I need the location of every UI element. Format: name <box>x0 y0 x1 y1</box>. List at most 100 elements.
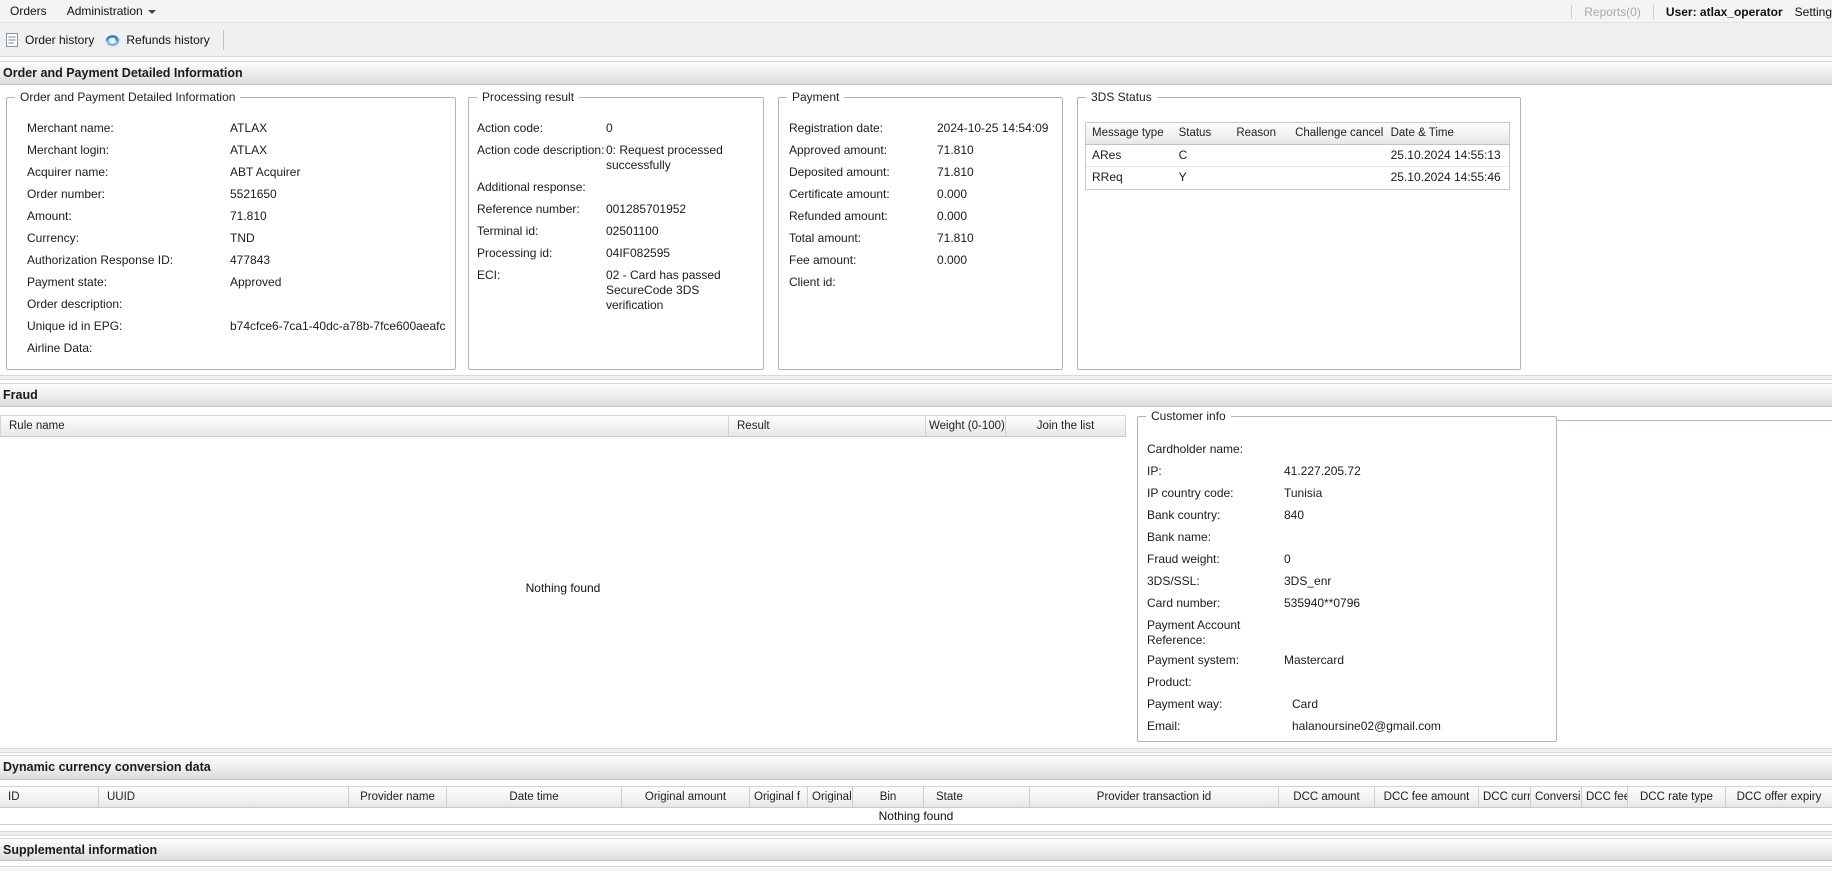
dcc-header-original-currency[interactable]: Original c <box>808 787 853 807</box>
dcc-header-dcc-fee[interactable]: DCC fee <box>1582 787 1628 807</box>
fieldset-3ds-status-legend: 3DS Status <box>1086 90 1157 104</box>
field-row: Airline Data: <box>27 341 447 356</box>
fieldset-order-info: Order and Payment Detailed Information M… <box>6 90 456 370</box>
fraud-header-join-the-list[interactable]: Join the list <box>1006 416 1126 436</box>
menu-item-orders[interactable]: Orders <box>0 0 57 23</box>
field-value: 0.000 <box>937 209 968 223</box>
field-label: Terminal id: <box>477 224 539 238</box>
threeds-cell-message-type: ARes <box>1092 148 1122 162</box>
refunds-history-button[interactable]: Refunds history <box>101 27 216 53</box>
threeds-cell-challenge-cancel <box>1289 145 1385 166</box>
field-row: Payment system: Mastercard <box>1147 653 1548 668</box>
dcc-header-state[interactable]: State <box>924 787 1030 807</box>
refunds-history-icon <box>104 32 121 48</box>
threeds-header-challenge-cancel[interactable]: Challenge cancel <box>1289 123 1385 144</box>
field-value: TND <box>230 231 255 245</box>
fieldset-payment-content: Registration date: 2024-10-25 14:54:09 Ap… <box>779 98 1062 369</box>
dcc-header-dcc-currency[interactable]: DCC curr <box>1479 787 1531 807</box>
field-row: Additional response: <box>477 180 755 195</box>
threeds-row[interactable]: RReq Y 25.10.2024 14:55:46 <box>1086 167 1509 189</box>
field-label: Merchant name: <box>27 121 114 135</box>
field-label: Order description: <box>27 297 123 311</box>
field-value: 535940**0796 <box>1284 596 1361 610</box>
threeds-header-reason[interactable]: Reason <box>1230 123 1290 144</box>
toolbar: Order history Refunds history <box>0 23 1832 57</box>
fieldset-customer-info: Customer info Cardholder name: IP: 41.227… <box>1137 409 1557 742</box>
fraud-header-weight[interactable]: Weight (0-100) <box>926 416 1006 436</box>
supplemental-section-bar: Supplemental information <box>0 838 1832 861</box>
separator-band <box>0 748 1832 753</box>
reports-link[interactable]: Reports(0) <box>1584 5 1641 19</box>
field-row: Order description: <box>27 297 447 312</box>
field-row: Bank country: 840 <box>1147 508 1548 523</box>
menu-item-administration[interactable]: Administration <box>57 0 166 23</box>
field-row: Cardholder name: <box>1147 442 1548 457</box>
field-label: Processing id: <box>477 246 553 260</box>
field-row: Bank name: <box>1147 530 1548 545</box>
field-row: Merchant name: ATLAX <box>27 121 447 136</box>
field-value: ATLAX <box>230 143 268 157</box>
field-row: Currency: TND <box>27 231 447 246</box>
fraud-header-rule-name[interactable]: Rule name <box>1 416 729 436</box>
threeds-header-message-type[interactable]: Message type <box>1086 123 1173 144</box>
threeds-header-datetime[interactable]: Date & Time <box>1384 123 1509 144</box>
fraud-header-result[interactable]: Result <box>729 416 926 436</box>
dcc-header-bin[interactable]: Bin <box>853 787 924 807</box>
dcc-header-provider-name[interactable]: Provider name <box>349 787 447 807</box>
separator-band <box>0 831 1832 836</box>
field-row: Payment Account Reference: <box>1147 618 1548 648</box>
user-label: User: atlax_operator <box>1665 4 1783 19</box>
field-value: ATLAX <box>230 121 268 135</box>
threeds-cell-status: Y <box>1178 170 1187 184</box>
dcc-header-dcc-rate-type[interactable]: DCC rate type <box>1628 787 1726 807</box>
threeds-cell-datetime: 25.10.2024 14:55:13 <box>1390 148 1501 162</box>
dcc-header-date-time[interactable]: Date time <box>447 787 622 807</box>
field-row: Authorization Response ID: 477843 <box>27 253 447 268</box>
dcc-header-provider-transaction-id[interactable]: Provider transaction id <box>1030 787 1279 807</box>
threeds-header-status[interactable]: Status <box>1172 123 1231 144</box>
field-row: IP: 41.227.205.72 <box>1147 464 1548 479</box>
fieldset-3ds-status: 3DS Status Message type Status Reason Ch… <box>1077 90 1521 370</box>
supplemental-section-title: Supplemental information <box>3 843 158 857</box>
settings-link[interactable]: Settings <box>1795 5 1832 19</box>
page-title-bar: Order and Payment Detailed Information <box>0 61 1832 85</box>
field-label: Total amount: <box>789 231 862 245</box>
field-value <box>937 275 1054 290</box>
dcc-header-original-fee[interactable]: Original f <box>750 787 808 807</box>
dcc-header-original-amount[interactable]: Original amount <box>622 787 750 807</box>
field-value: 71.810 <box>937 165 974 179</box>
dcc-table-header: ID UUID Provider name Date time Original… <box>0 786 1832 808</box>
dcc-header-dcc-offer-expiry[interactable]: DCC offer expiry <box>1726 787 1832 807</box>
field-label: Additional response: <box>477 180 586 194</box>
field-value: 840 <box>1284 508 1305 522</box>
field-row: Order number: 5521650 <box>27 187 447 202</box>
menu-item-orders-label: Orders <box>10 3 47 18</box>
threeds-row[interactable]: ARes C 25.10.2024 14:55:13 <box>1086 145 1509 167</box>
fieldset-processing-result-content: Action code: 0 Action code description: 0:… <box>469 98 763 369</box>
dcc-header-conversion[interactable]: Conversi <box>1531 787 1582 807</box>
field-row: Fee amount: 0.000 <box>789 253 1054 268</box>
field-label: Reference number: <box>477 202 580 216</box>
field-value: 2024-10-25 14:54:09 <box>937 121 1049 135</box>
field-label: ECI: <box>477 268 501 282</box>
field-row: Deposited amount: 71.810 <box>789 165 1054 180</box>
field-value: 001285701952 <box>606 202 687 216</box>
dcc-header-dcc-amount[interactable]: DCC amount <box>1279 787 1375 807</box>
field-row: Terminal id: 02501100 <box>477 224 755 239</box>
field-value: 04IF082595 <box>606 246 671 260</box>
dcc-header-id[interactable]: ID <box>0 787 99 807</box>
menubar-separator <box>1652 4 1654 19</box>
bottom-strip <box>0 866 1832 871</box>
order-history-label: Order history <box>25 32 95 47</box>
field-value: ABT Acquirer <box>230 165 301 179</box>
order-history-button[interactable]: Order history <box>2 27 101 53</box>
dcc-header-dcc-fee-amount[interactable]: DCC fee amount <box>1375 787 1479 807</box>
field-value <box>606 180 755 195</box>
dcc-section-bar: Dynamic currency conversion data <box>0 755 1832 780</box>
fraud-section-title: Fraud <box>3 388 38 402</box>
field-value: 71.810 <box>937 143 974 157</box>
dcc-header-uuid[interactable]: UUID <box>99 787 349 807</box>
field-row: ECI: 02 - Card has passed SecureCode 3DS … <box>477 268 755 313</box>
dcc-empty-text: Nothing found <box>0 808 1832 825</box>
field-row: Fraud weight: 0 <box>1147 552 1548 567</box>
